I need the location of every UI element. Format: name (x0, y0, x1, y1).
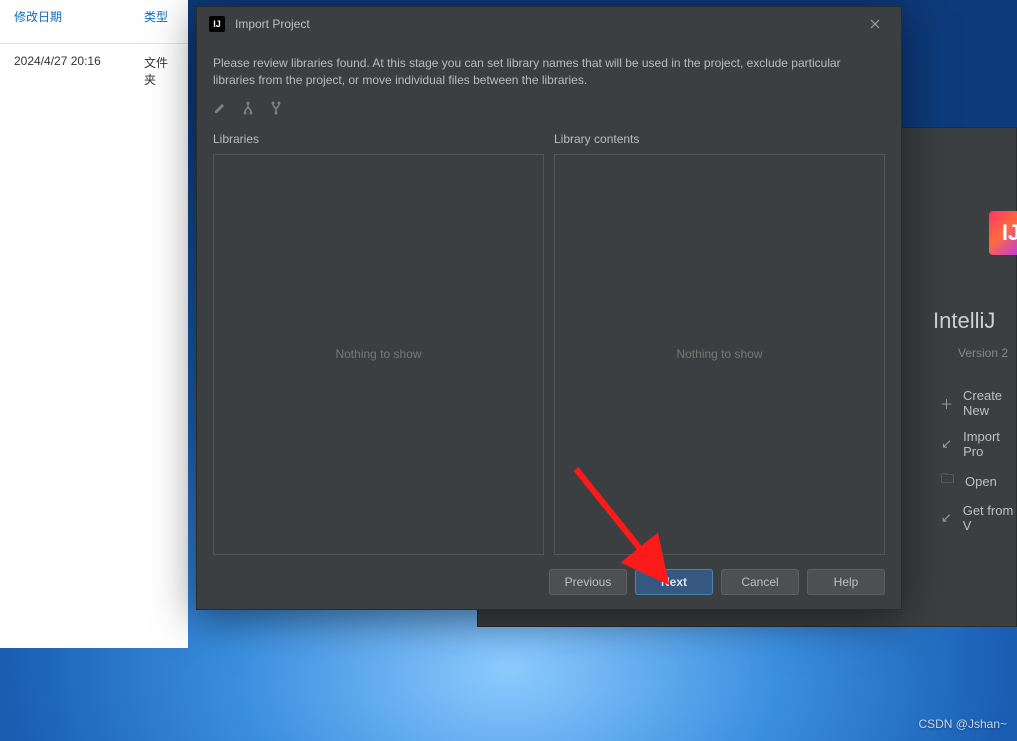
cancel-button[interactable]: Cancel (721, 569, 799, 595)
menu-label: Open (965, 474, 997, 489)
explorer-row[interactable]: 2024/4/27 20:16 文件夹 (0, 44, 188, 98)
close-icon (870, 19, 880, 29)
create-new-project[interactable]: ＋ Create New (940, 388, 1016, 418)
explorer-cell-date: 2024/4/27 20:16 (14, 54, 144, 88)
next-button[interactable]: Next (635, 569, 713, 595)
intellij-small-logo-icon: IJ (209, 16, 225, 32)
panels: Libraries Nothing to show Library conten… (213, 132, 885, 555)
welcome-version: Version 2 (958, 346, 1008, 360)
import-icon: ↙ (940, 436, 953, 452)
edit-icon[interactable] (213, 101, 227, 118)
welcome-menu: ＋ Create New ↙ Import Pro 🗀 Open ↙ Get f… (940, 388, 1016, 533)
get-from-vcs[interactable]: ↙ Get from V (940, 503, 1016, 533)
intellij-logo-box: IJ (989, 211, 1017, 255)
watermark: CSDN @Jshan~ (918, 717, 1007, 731)
help-button[interactable]: Help (807, 569, 885, 595)
library-contents-label: Library contents (554, 132, 885, 146)
welcome-title: IntelliJ (933, 308, 995, 334)
explorer-header-date[interactable]: 修改日期 (14, 8, 144, 25)
checkout-icon: ↙ (940, 510, 953, 526)
empty-placeholder: Nothing to show (335, 347, 421, 361)
plus-icon: ＋ (940, 394, 953, 413)
menu-label: Get from V (963, 503, 1016, 533)
close-button[interactable] (861, 12, 889, 36)
library-contents-list[interactable]: Nothing to show (554, 154, 885, 555)
previous-button[interactable]: Previous (549, 569, 627, 595)
explorer-cell-type: 文件夹 (144, 54, 174, 88)
menu-label: Create New (963, 388, 1016, 418)
libraries-label: Libraries (213, 132, 544, 146)
dialog-titlebar[interactable]: IJ Import Project (197, 7, 901, 41)
dialog-instructions: Please review libraries found. At this s… (213, 55, 885, 89)
merge-icon[interactable] (269, 101, 283, 118)
dialog-toolbar (213, 101, 885, 118)
empty-placeholder: Nothing to show (676, 347, 762, 361)
explorer-header-row[interactable]: 修改日期 类型 (0, 0, 188, 44)
import-project-dialog: IJ Import Project Please review librarie… (196, 6, 902, 610)
open-project[interactable]: 🗀 Open (940, 470, 1016, 492)
library-contents-panel: Library contents Nothing to show (554, 132, 885, 555)
menu-label: Import Pro (963, 429, 1016, 459)
dialog-body: Please review libraries found. At this s… (197, 41, 901, 555)
explorer-header-type[interactable]: 类型 (144, 8, 168, 25)
split-icon[interactable] (241, 101, 255, 118)
intellij-logo: IJ (986, 208, 1017, 258)
dialog-button-row: Previous Next Cancel Help (197, 555, 901, 609)
libraries-list[interactable]: Nothing to show (213, 154, 544, 555)
import-project[interactable]: ↙ Import Pro (940, 429, 1016, 459)
libraries-panel: Libraries Nothing to show (213, 132, 544, 555)
folder-icon: 🗀 (940, 470, 955, 492)
file-explorer: 修改日期 类型 2024/4/27 20:16 文件夹 (0, 0, 188, 648)
dialog-title: Import Project (235, 17, 851, 31)
